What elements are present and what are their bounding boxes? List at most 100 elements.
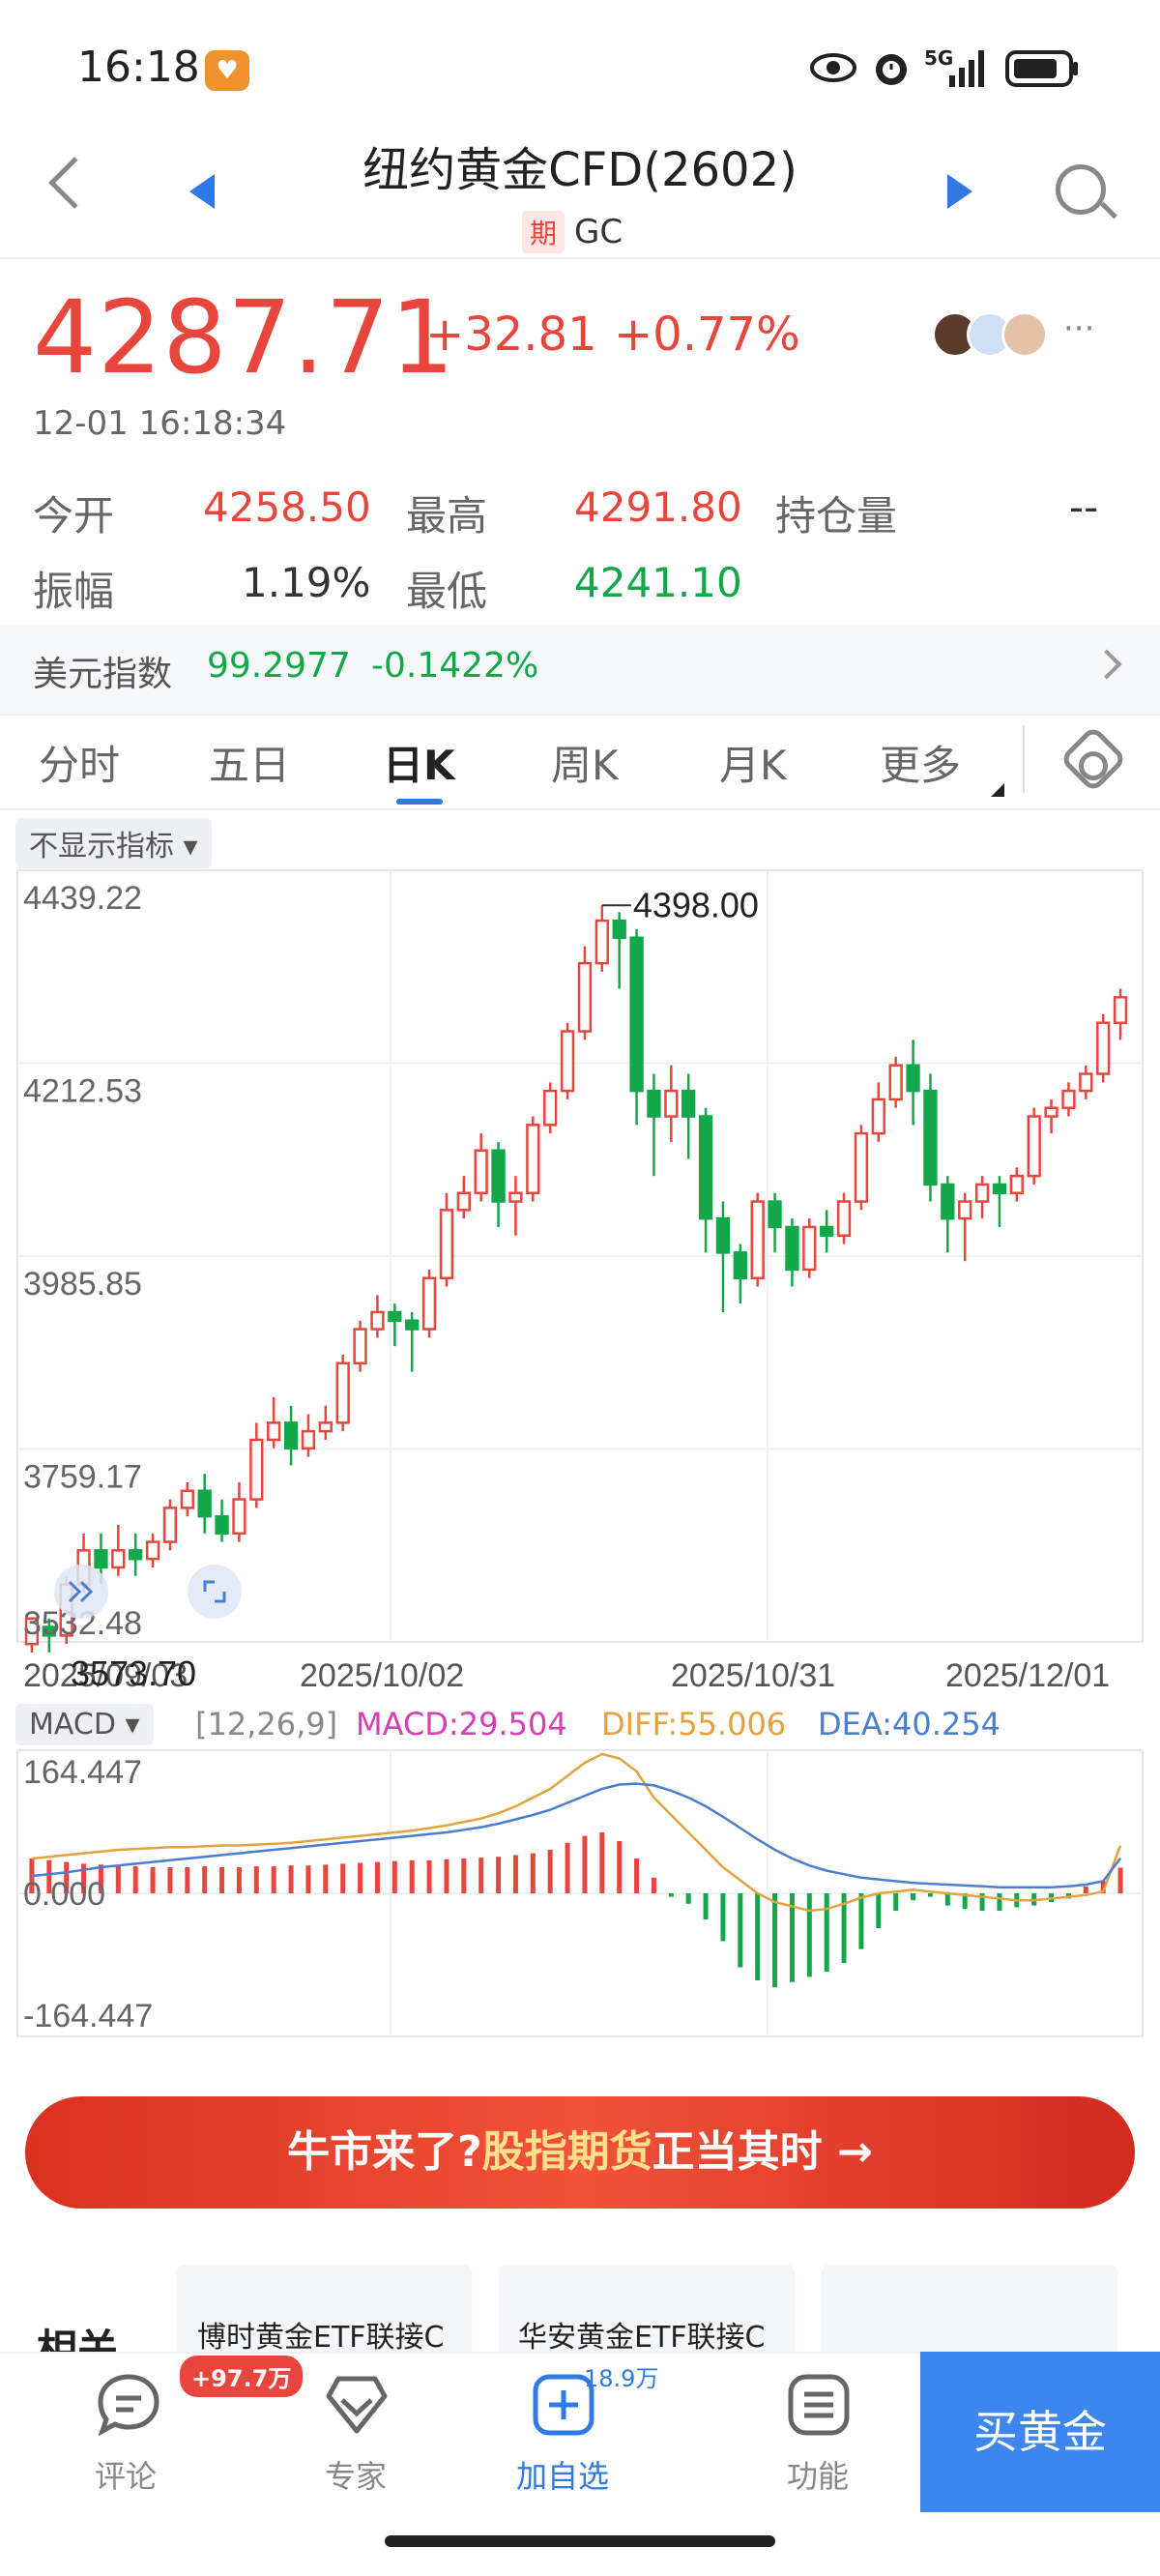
symbol-code: 期 GC: [522, 211, 623, 253]
macd-y-tick-label: 0.000: [23, 1876, 105, 1913]
candle-up: [836, 1200, 852, 1237]
candle-up: [888, 1064, 903, 1101]
candle-down: [283, 1421, 299, 1450]
macd-dropdown[interactable]: MACD ▾: [15, 1704, 154, 1745]
nav-function-label[interactable]: 功能: [787, 2452, 849, 2497]
candle-up: [232, 1498, 246, 1536]
quote-time: 12-01 16:18:34: [33, 404, 287, 443]
candle-down: [768, 1200, 782, 1229]
fullscreen-icon[interactable]: [188, 1565, 242, 1619]
candle-down: [491, 1149, 506, 1203]
divider: [0, 714, 1160, 716]
candle-up: [370, 1310, 385, 1331]
home-indicator[interactable]: [385, 2535, 775, 2547]
candle-down: [682, 1089, 696, 1118]
candle-down: [785, 1225, 799, 1272]
settings-icon[interactable]: [1058, 724, 1128, 794]
comment-icon[interactable]: [95, 2371, 162, 2439]
buy-gold-button[interactable]: 买黄金: [920, 2352, 1160, 2512]
kline-chart[interactable]: 4439.224212.533985.853759.173532.48 2025…: [0, 861, 1160, 1731]
dea-line: [31, 1782, 1122, 1888]
macd-y-tick-label: 164.447: [23, 1754, 142, 1791]
banner-suffix: 正当其时 →: [652, 2127, 873, 2177]
divider: [0, 808, 1160, 810]
menu-icon[interactable]: [785, 2371, 853, 2439]
y-tick-label: 3759.17: [23, 1459, 142, 1496]
last-price: 4287.71: [33, 278, 456, 396]
more-icon[interactable]: ···: [1063, 309, 1094, 348]
usd-index-value: 99.2977: [207, 646, 351, 686]
signal-icon: [949, 50, 984, 87]
candle-up: [854, 1131, 869, 1203]
candle-down: [923, 1089, 938, 1186]
candle-down: [197, 1489, 212, 1518]
stat-label-open: 今开: [33, 492, 115, 540]
candle-down: [733, 1251, 747, 1279]
macd-y-tick-label: -164.447: [23, 1998, 153, 2034]
candle-up: [1044, 1106, 1058, 1118]
next-symbol-icon[interactable]: [947, 174, 972, 209]
comment-badge: +97.7万: [180, 2356, 304, 2397]
tab-intraday[interactable]: 分时: [39, 733, 120, 792]
indicator-dropdown-label: 不显示指标: [29, 830, 174, 864]
x-tick-label: 2025/12/01: [945, 1657, 1110, 1694]
promo-banner[interactable]: 牛市来了?股指期货正当其时 →: [25, 2096, 1135, 2209]
x-tick-label: 2025/10/02: [300, 1657, 464, 1694]
nav-comment-label[interactable]: 评论: [95, 2452, 157, 2497]
candle-up: [543, 1089, 558, 1127]
battery-icon: [1005, 50, 1078, 87]
usd-index-row[interactable]: [0, 625, 1160, 714]
alarm-icon: [876, 54, 907, 85]
candle-down: [992, 1183, 1007, 1194]
candle-up: [577, 961, 593, 1033]
candle-up: [421, 1276, 437, 1331]
candle-up: [1061, 1089, 1076, 1109]
stat-label-high: 最高: [406, 492, 488, 540]
kline-candles: [24, 905, 1128, 1653]
candle-up: [439, 1209, 454, 1279]
candle-up: [664, 1089, 679, 1118]
tab-five-day[interactable]: 五日: [209, 733, 290, 792]
futures-badge: 期: [522, 211, 566, 253]
nav-add-label[interactable]: 加自选: [516, 2452, 609, 2497]
candle-up: [267, 1421, 281, 1442]
candle-up: [111, 1549, 126, 1569]
stat-label-oi: 持仓量: [775, 492, 898, 540]
expert-icon[interactable]: [323, 2371, 391, 2439]
candle-up: [474, 1149, 488, 1194]
divider: [1023, 725, 1025, 793]
page-title: 纽约黄金CFD(2602): [362, 143, 798, 197]
macd-histogram: [29, 1832, 1123, 1988]
y-tick-label: 3985.85: [23, 1266, 142, 1303]
macd-chart[interactable]: 164.447 0.000 -164.447: [0, 1741, 1160, 2050]
x-tick-label: 2025/10/31: [671, 1657, 835, 1694]
nav-expert-label[interactable]: 专家: [325, 2452, 387, 2497]
tab-daily-k[interactable]: 日K: [383, 733, 455, 792]
dropdown-corner-icon: [991, 783, 1004, 797]
candle-down: [647, 1089, 661, 1118]
candle-up: [456, 1191, 471, 1212]
divider: [0, 257, 1160, 259]
candle-up: [353, 1328, 367, 1365]
search-icon[interactable]: [1056, 164, 1106, 215]
stat-value-high: 4291.80: [574, 483, 742, 531]
tab-monthly-k[interactable]: 月K: [719, 733, 787, 792]
candle-up: [1009, 1174, 1024, 1194]
banner-prefix: 牛市来了?: [287, 2127, 482, 2177]
candle-up: [594, 919, 609, 965]
candle-up: [560, 1030, 575, 1093]
avatar[interactable]: [1001, 311, 1048, 358]
candle-up: [508, 1191, 523, 1203]
candle-down: [820, 1225, 834, 1237]
usd-index-change: -0.1422%: [371, 646, 539, 686]
tab-weekly-k[interactable]: 周K: [551, 733, 619, 792]
candle-down: [612, 919, 626, 939]
prev-symbol-icon[interactable]: [189, 174, 215, 209]
stat-value-amplitude: 1.19%: [242, 559, 371, 606]
y-tick-label: 4212.53: [23, 1073, 142, 1110]
back-icon[interactable]: [48, 157, 101, 209]
candle-down: [94, 1549, 108, 1569]
price-change: +32.81: [425, 307, 597, 362]
tab-more[interactable]: 更多: [880, 733, 961, 792]
candle-up: [1079, 1072, 1093, 1093]
